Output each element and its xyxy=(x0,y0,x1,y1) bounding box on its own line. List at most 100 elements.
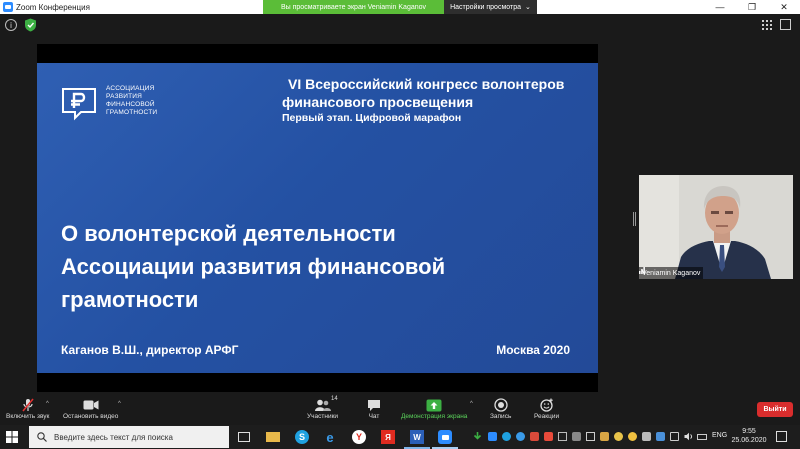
app-tray-icon[interactable] xyxy=(530,432,539,441)
muted-mic-icon xyxy=(22,398,34,412)
view-options-label: Настройки просмотра xyxy=(450,3,521,11)
zoom-app-icon xyxy=(3,2,13,12)
record-icon xyxy=(494,398,508,412)
search-icon xyxy=(37,432,47,442)
clock-date: 25.06.2020 xyxy=(731,437,767,444)
logo-line: РАЗВИТИЯ xyxy=(106,93,143,100)
volume-icon[interactable] xyxy=(684,432,693,441)
zoom-tray-icon[interactable] xyxy=(488,432,497,441)
folder-tray-icon[interactable] xyxy=(600,432,609,441)
signal-bars-icon xyxy=(639,267,645,274)
congress-line: финансового просвещения xyxy=(282,94,474,110)
display-tray-icon[interactable] xyxy=(586,432,595,441)
logo-line: ГРАМОТНОСТИ xyxy=(106,109,158,116)
slide-title-line: О волонтерской деятельности xyxy=(61,221,396,246)
panel-splitter-handle[interactable] xyxy=(633,212,636,226)
restore-icon[interactable]: ❐ xyxy=(736,0,768,14)
reactions-button[interactable]: Реакции xyxy=(534,397,559,420)
share-screen-icon xyxy=(426,399,442,411)
search-placeholder: Введите здесь текст для поиска xyxy=(54,432,173,442)
skype-icon[interactable]: S xyxy=(295,430,309,444)
skype-tray-icon[interactable] xyxy=(502,432,511,441)
slide-title-line: Ассоциации развития финансовой xyxy=(61,254,446,279)
logo-text: АССОЦИАЦИЯ РАЗВИТИЯ ФИНАНСОВОЙ ГРАМОТНОС… xyxy=(106,85,157,117)
participant-video-frame xyxy=(639,175,793,279)
shield-tray-icon[interactable] xyxy=(642,432,651,441)
chat-button[interactable]: Чат xyxy=(367,397,381,420)
participant-name: Veniamin Kaganov xyxy=(642,269,701,277)
info-icon[interactable]: i xyxy=(5,19,17,31)
windows-taskbar: Введите здесь текст для поиска S e Y Я W xyxy=(0,425,800,449)
notifications-icon[interactable] xyxy=(776,431,787,442)
slide-title-line: грамотности xyxy=(61,287,199,312)
sync-tray-icon[interactable] xyxy=(656,432,665,441)
taskbar-clock[interactable]: 9:55 25.06.2020 xyxy=(729,427,769,445)
gallery-view-icon[interactable] xyxy=(762,20,772,30)
meeting-toolbar: Включить звук ^ Остановить видео ^ Участ… xyxy=(0,395,800,425)
smiley-tray-icon[interactable] xyxy=(614,432,623,441)
pdf-tray-icon[interactable] xyxy=(544,432,553,441)
close-icon[interactable]: ✕ xyxy=(768,0,800,14)
participant-video[interactable]: Veniamin Kaganov xyxy=(639,175,793,279)
share-options-caret[interactable]: ^ xyxy=(470,401,473,407)
window-title: Zoom Конференция xyxy=(16,2,90,12)
window-controls: — ❐ ✕ xyxy=(704,0,800,14)
video-options-caret[interactable]: ^ xyxy=(118,401,121,407)
participants-label: Участники xyxy=(307,413,339,420)
clock-time: 9:55 xyxy=(742,428,756,435)
start-button[interactable] xyxy=(0,425,24,449)
stop-video-label: Остановить видео xyxy=(63,413,119,420)
download-arrow-icon[interactable] xyxy=(473,432,482,441)
file-explorer-icon[interactable] xyxy=(266,432,280,442)
zoom-taskbar-icon[interactable] xyxy=(438,430,452,444)
yandex-browser-icon[interactable]: Y xyxy=(352,430,366,444)
fullscreen-icon[interactable] xyxy=(780,19,791,30)
smiley-plus-icon xyxy=(539,398,553,412)
input-language[interactable]: ENG xyxy=(712,432,727,439)
share-screen-label: Демонстрация экрана xyxy=(401,413,468,420)
record-button[interactable]: Запись xyxy=(490,397,511,420)
view-options-menu[interactable]: Настройки просмотра ⌄ xyxy=(444,0,537,14)
window-tray-icon[interactable] xyxy=(558,432,567,441)
leave-meeting-button[interactable]: Выйти xyxy=(757,402,793,417)
congress-subline: Первый этап. Цифровой марафон xyxy=(282,112,462,124)
taskbar-search-box[interactable]: Введите здесь текст для поиска xyxy=(29,426,229,448)
keyboard-icon[interactable] xyxy=(697,434,707,440)
share-screen-button[interactable]: Демонстрация экрана xyxy=(401,397,467,420)
congress-line: VI Всероссийский конгресс волонтеров xyxy=(288,76,565,92)
reactions-label: Реакции xyxy=(534,413,560,420)
afl-logo: АССОЦИАЦИЯ РАЗВИТИЯ ФИНАНСОВОЙ ГРАМОТНОС… xyxy=(59,81,157,121)
record-label: Запись xyxy=(490,413,512,420)
logo-line: АССОЦИАЦИЯ xyxy=(106,85,155,92)
word-icon[interactable]: W xyxy=(410,430,424,444)
presentation-slide: АССОЦИАЦИЯ РАЗВИТИЯ ФИНАНСОВОЙ ГРАМОТНОС… xyxy=(37,63,598,373)
camera-icon xyxy=(83,400,99,410)
chat-icon xyxy=(368,399,380,411)
windows-logo-icon xyxy=(6,431,18,443)
slide-author: Каганов В.Ш., директор АРФГ xyxy=(61,343,239,357)
participants-icon xyxy=(314,399,331,411)
ruble-book-icon xyxy=(62,88,96,121)
task-view-icon[interactable] xyxy=(238,432,250,442)
logo-line: ФИНАНСОВОЙ xyxy=(106,101,155,108)
stop-video-button[interactable]: Остановить видео xyxy=(63,397,118,420)
chat-label: Чат xyxy=(368,413,380,420)
audio-options-caret[interactable]: ^ xyxy=(46,401,49,407)
zoom-window: Zoom Конференция Вы просматриваете экран… xyxy=(0,0,800,449)
slide-city-date: Москва 2020 xyxy=(496,343,570,357)
congress-heading: VI Всероссийский конгресс волонтеров фин… xyxy=(282,75,564,125)
shield-icon[interactable] xyxy=(24,18,37,32)
device-tray-icon[interactable] xyxy=(572,432,581,441)
shared-screen: АССОЦИАЦИЯ РАЗВИТИЯ ФИНАНСОВОЙ ГРАМОТНОС… xyxy=(37,44,598,392)
minimize-icon[interactable]: — xyxy=(704,0,736,14)
edge-browser-icon[interactable]: e xyxy=(323,430,337,445)
sun-tray-icon[interactable] xyxy=(628,432,637,441)
cloud-tray-icon[interactable] xyxy=(516,432,525,441)
participants-count: 14 xyxy=(331,396,338,402)
yandex-icon[interactable]: Я xyxy=(381,430,395,444)
participant-name-tag: Veniamin Kaganov xyxy=(639,267,704,279)
unmute-button[interactable]: Включить звук xyxy=(6,397,49,420)
screen-share-banner: Вы просматриваете экран Veniamin Kaganov xyxy=(263,0,444,14)
meeting-area: i АССОЦИАЦИЯ РАЗВИТИЯ ФИНАНСОВОЙ ГРАМОТН… xyxy=(0,14,800,395)
network-icon[interactable] xyxy=(670,432,679,441)
